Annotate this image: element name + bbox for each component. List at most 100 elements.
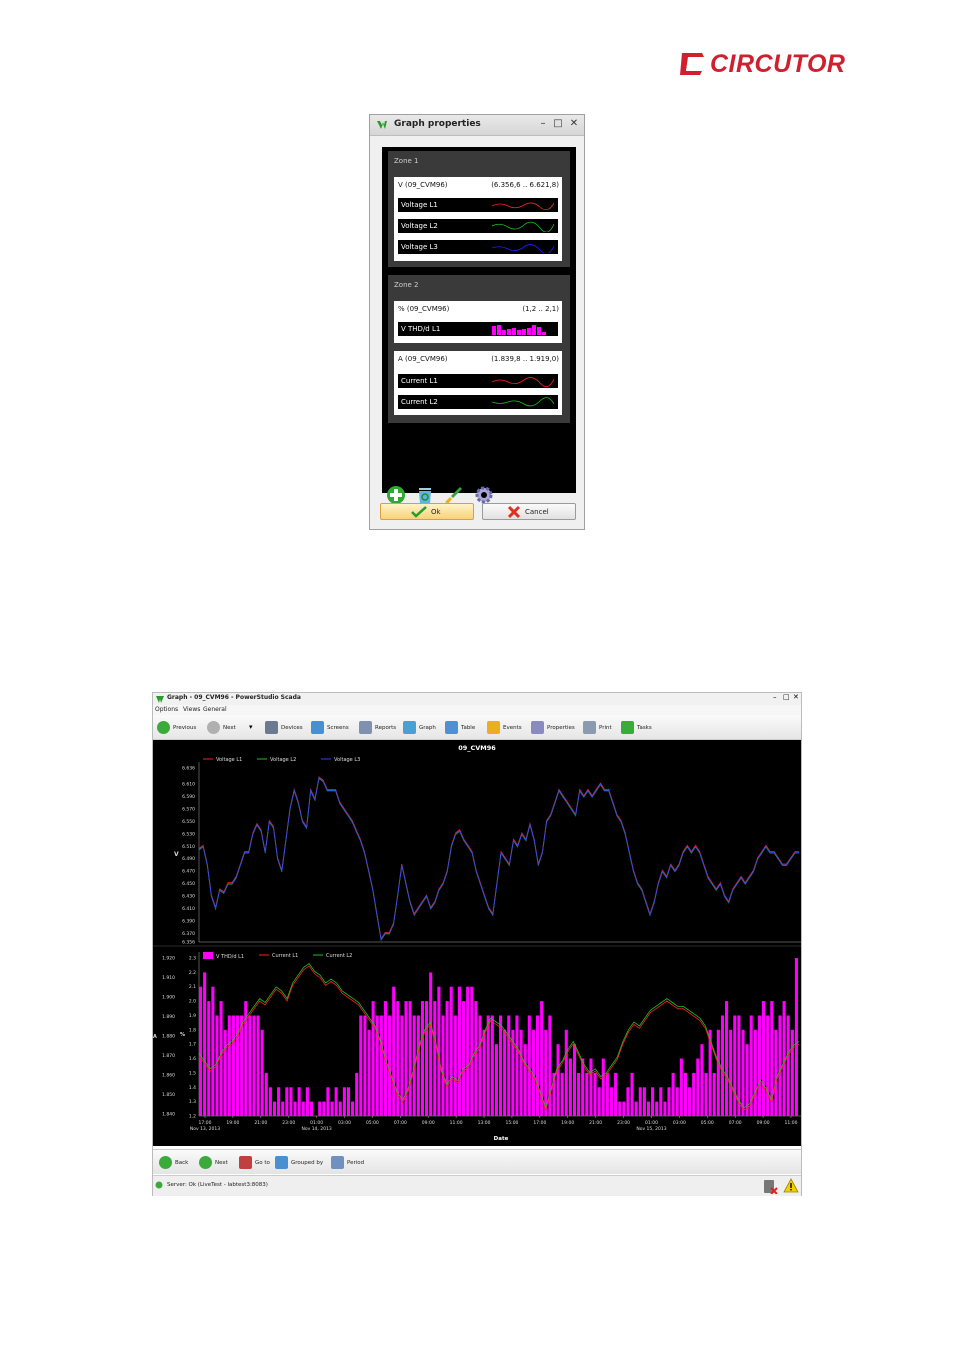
series-row[interactable]: Voltage L2 [398, 219, 558, 233]
legend-label: Voltage L1 [216, 757, 242, 763]
graph-icon [403, 721, 416, 734]
toolbar-label: Next [223, 725, 236, 731]
y-tick-label-left: 1.910 [162, 975, 175, 981]
series-row[interactable]: Voltage L3 [398, 240, 558, 254]
zone-1[interactable]: Zone 1 V (09_CVM96) (6.356,6 .. 6.621,8)… [388, 151, 570, 267]
thd-bar [462, 1001, 466, 1116]
add-icon[interactable] [386, 485, 406, 505]
thd-bar [585, 1072, 589, 1116]
thd-bar [441, 1015, 445, 1116]
thd-bar [725, 1001, 729, 1116]
y-tick-label-right: 1.7 [189, 1042, 196, 1048]
y-tick-label-left: 1.890 [162, 1014, 175, 1020]
recycle-bin-icon[interactable] [415, 485, 435, 505]
status-text: Server: Ok (LiveTest - labtest3:8083) [167, 1182, 268, 1188]
thd-bar [449, 986, 453, 1116]
thd-bar [326, 1087, 330, 1116]
menu-general[interactable]: General [203, 706, 227, 713]
series-row[interactable]: Current L1 [398, 374, 558, 388]
thd-bar [227, 1015, 231, 1116]
thd-bar [605, 1072, 609, 1116]
brush-icon[interactable] [444, 485, 464, 505]
window-title-bar[interactable]: Graph - 09_CVM96 - PowerStudio Scada – □… [153, 693, 801, 705]
maximize-icon[interactable]: □ [551, 117, 565, 131]
voltage-series-line [198, 777, 799, 941]
line-sparkline-icon [492, 244, 554, 253]
thd-bar [597, 1087, 601, 1116]
y-tick-label: 6.550 [182, 819, 195, 825]
x-tick-label: 11:00 [785, 1120, 798, 1126]
y-tick-label: 6.430 [182, 894, 195, 900]
line-sparkline-icon [492, 221, 554, 232]
menu-views[interactable]: Views [183, 706, 200, 713]
series-label: Voltage L2 [401, 222, 438, 230]
events-icon [487, 721, 500, 734]
graph-plot-area[interactable]: 09_CVM96 Voltage L1 Voltage L2 Voltage L3 6.… [153, 740, 801, 1146]
thd-bar [692, 1072, 696, 1116]
zones-panel: Zone 1 V (09_CVM96) (6.356,6 .. 6.621,8)… [382, 147, 576, 504]
thd-bar [679, 1058, 683, 1116]
close-icon[interactable]: ✕ [793, 693, 799, 701]
toolbar-label: Devices [281, 725, 303, 731]
thd-bar [408, 1001, 412, 1116]
menu-bar: Options Views General [153, 705, 801, 715]
thd-bar [577, 1072, 581, 1116]
zone-2[interactable]: Zone 2 % (09_CVM96) (1,2 .. 2,1) V THD/d… [388, 275, 570, 423]
x-tick-label: 01:00 [310, 1120, 323, 1126]
bottom-label: Next [215, 1160, 228, 1166]
gear-icon[interactable] [474, 485, 494, 505]
x-tick-label: 13:00 [478, 1120, 491, 1126]
legend-label: Voltage L2 [270, 757, 296, 763]
restore-icon[interactable]: □ [783, 693, 790, 701]
chevron-down-icon[interactable]: ▾ [249, 723, 253, 731]
thd-bar [281, 1101, 285, 1116]
toolbar-label: Properties [547, 725, 575, 731]
ok-button[interactable]: Ok [380, 503, 474, 520]
series-row[interactable]: Voltage L1 [398, 198, 558, 212]
thd-bar [741, 1029, 745, 1116]
series-row[interactable]: V THD/d L1 [398, 322, 558, 336]
thd-bar [240, 1015, 244, 1116]
thd-bar [346, 1087, 351, 1116]
thd-bar [503, 1029, 507, 1116]
axis-card[interactable]: % (09_CVM96) (1,2 .. 2,1) V THD/d L1 [394, 301, 562, 343]
thd-bar [285, 1087, 289, 1116]
thd-bar [474, 1001, 478, 1116]
x-tick-label: 09:00 [757, 1120, 770, 1126]
x-tick-label: 19:00 [226, 1120, 239, 1126]
thd-bar [794, 958, 798, 1116]
warning-icon[interactable] [783, 1178, 799, 1194]
thd-bar [268, 1087, 272, 1116]
toolbar-label: Reports [375, 725, 397, 731]
close-icon[interactable]: ✕ [567, 117, 581, 131]
series-row[interactable]: Current L2 [398, 395, 558, 409]
graph-svg[interactable]: 09_CVM96 Voltage L1 Voltage L2 Voltage L3 6.… [153, 740, 801, 1146]
thd-bar [720, 1015, 724, 1116]
x-date-label: Nov 14, 2013 [301, 1126, 331, 1132]
legend-swatch [203, 952, 213, 959]
x-tick-label: 17:00 [199, 1120, 212, 1126]
x-tick-label: 17:00 [533, 1120, 546, 1126]
thd-bar [659, 1087, 663, 1116]
y-tick-label: 6.356 [182, 940, 195, 946]
thd-bar [716, 1029, 720, 1116]
thd-bar [470, 986, 474, 1116]
x-tick-label: 05:00 [701, 1120, 714, 1126]
thd-bar [638, 1087, 642, 1116]
menu-options[interactable]: Options [155, 706, 178, 713]
dialog-title-bar[interactable]: Graph properties – □ ✕ [370, 115, 584, 136]
cancel-button[interactable]: Cancel [482, 503, 576, 520]
group-icon [275, 1156, 288, 1169]
disconnected-device-icon[interactable] [762, 1178, 778, 1194]
axis-card[interactable]: V (09_CVM96) (6.356,6 .. 6.621,8) Voltag… [394, 177, 562, 261]
thd-bar [429, 972, 433, 1116]
report-icon [359, 721, 372, 734]
minimize-icon[interactable]: – [536, 117, 550, 131]
y-tick-label: 6.390 [182, 918, 195, 924]
thd-bar [593, 1072, 597, 1116]
axis-card[interactable]: A (09_CVM96) (1.839,8 .. 1.919,0) Curren… [394, 351, 562, 415]
minimize-icon[interactable]: – [773, 693, 777, 701]
voltage-series-line [198, 776, 799, 940]
y-tick-label-right: 2.1 [189, 984, 196, 990]
y-tick-label: 6.370 [182, 931, 195, 937]
